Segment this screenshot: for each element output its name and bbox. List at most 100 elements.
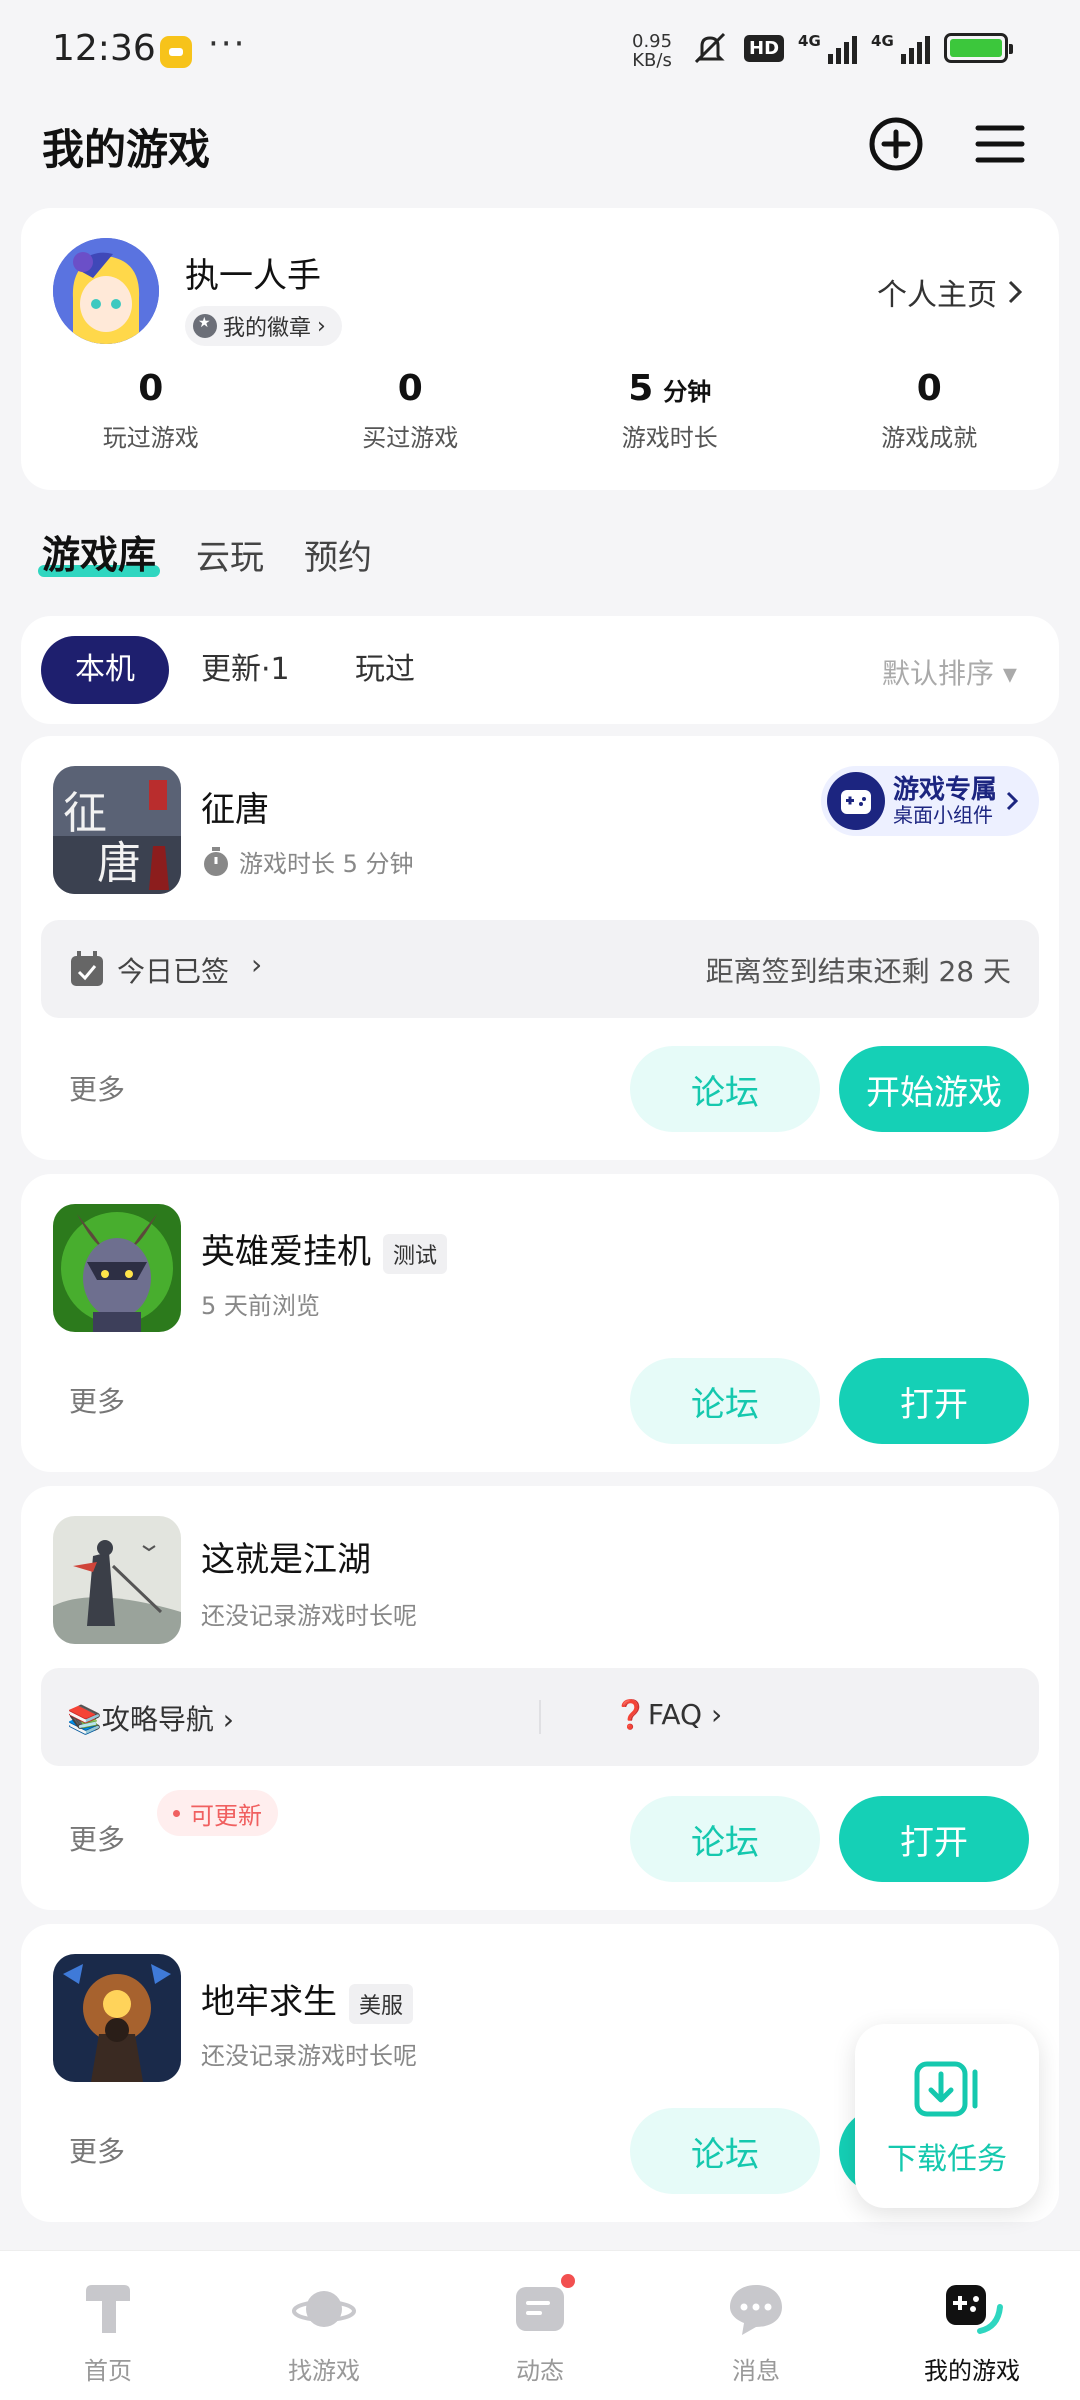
- game-tag: 测试: [383, 1233, 448, 1274]
- status-time: 12:36: [52, 28, 156, 69]
- game-playtime: 还没记录游戏时长呢: [201, 1602, 417, 1630]
- widget-subtitle: 桌面小组件: [892, 803, 993, 827]
- game-links-bar: 📚攻略导航 › ❓FAQ ›: [41, 1668, 1039, 1766]
- more-button[interactable]: 更多: [69, 2130, 125, 2170]
- stat-playtime[interactable]: 5 分钟 游戏时长: [540, 368, 800, 453]
- start-game-button[interactable]: 开始游戏: [839, 1046, 1029, 1132]
- plus-circle-icon: [869, 117, 923, 171]
- home-icon: [86, 2285, 130, 2333]
- download-icon: [914, 2061, 978, 2117]
- chevron-right-icon: [1008, 280, 1023, 304]
- game-name: 英雄爱挂机 测试: [201, 1224, 448, 1274]
- game-playtime: 游戏时长 5 分钟: [201, 844, 414, 879]
- svg-text:唐: 唐: [97, 838, 141, 889]
- main-tabs: 游戏库 云玩 预约: [37, 524, 372, 579]
- nav-my-games[interactable]: 我的游戏: [864, 2251, 1080, 2400]
- signal-icon: 4G: [798, 32, 858, 64]
- game-card: 这就是江湖 还没记录游戏时长呢 📚攻略导航 › ❓FAQ › 更多 可更新 论坛…: [21, 1486, 1059, 1910]
- page-title: 我的游戏: [42, 125, 211, 174]
- tab-game-library[interactable]: 游戏库: [37, 524, 161, 579]
- checkin-bar[interactable]: 今日已签 › 距离签到结束还剩 28 天: [41, 920, 1039, 1018]
- network-speed-unit: KB/s: [632, 50, 672, 71]
- faq-link[interactable]: ❓FAQ ›: [613, 1698, 722, 1731]
- status-icons: HD 4G 4G: [690, 30, 1014, 66]
- notification-dot: [558, 2271, 578, 2291]
- signal-icon-2: 4G: [871, 32, 931, 64]
- notification-app-icon: [160, 36, 192, 68]
- game-icon-jianghu[interactable]: [53, 1516, 181, 1644]
- game-icon-dungeon[interactable]: [53, 1954, 181, 2082]
- filter-played[interactable]: 玩过: [355, 636, 415, 704]
- stat-bought[interactable]: 0 买过游戏: [281, 368, 541, 453]
- open-game-button[interactable]: 打开: [839, 1796, 1029, 1882]
- chevron-right-icon: [1006, 791, 1019, 811]
- filter-local[interactable]: 本机: [41, 636, 169, 704]
- menu-button[interactable]: [970, 114, 1030, 174]
- network-speed-value: 0.95: [632, 31, 673, 52]
- checkin-status: 今日已签: [117, 955, 230, 988]
- widget-title: 游戏专属: [892, 775, 997, 805]
- homepage-label: 个人主页: [877, 278, 997, 313]
- svg-text:征: 征: [63, 788, 107, 839]
- game-name: 这就是江湖: [201, 1540, 371, 1580]
- more-button[interactable]: 更多: [69, 1068, 125, 1108]
- planet-icon: [292, 2291, 356, 2327]
- more-button[interactable]: 更多: [69, 1380, 125, 1420]
- network-speed: 0.95 KB/s: [632, 32, 672, 70]
- battery-icon: [944, 33, 1014, 63]
- sort-dropdown[interactable]: 默认排序 ▾: [882, 652, 1017, 692]
- profile-card: 执一人手 我的徽章 › 个人主页 0 玩过游戏 0 买过游戏 5分钟 游戏时长 …: [21, 208, 1059, 490]
- medal-icon: [193, 314, 217, 338]
- open-game-button[interactable]: 打开: [839, 1358, 1029, 1444]
- nav-messages[interactable]: 消息: [648, 2251, 864, 2400]
- game-card: 征 唐 征唐 游戏时长 5 分钟 游戏专属 桌面小组件 今日已签 › 距离签到结…: [21, 736, 1059, 1160]
- add-game-button[interactable]: [866, 114, 926, 174]
- forum-button[interactable]: 论坛: [630, 1358, 820, 1444]
- forum-button[interactable]: 论坛: [630, 1796, 820, 1882]
- nav-activity[interactable]: 动态: [432, 2251, 648, 2400]
- badge-label: 我的徽章: [223, 316, 312, 341]
- game-playtime: 还没记录游戏时长呢: [201, 2042, 417, 2070]
- game-icon-zhengtang[interactable]: 征 唐: [53, 766, 181, 894]
- download-tasks-button[interactable]: 下载任务: [855, 2024, 1039, 2208]
- calendar-check-icon: [71, 951, 103, 986]
- filter-bar: 本机 更新·1 玩过 默认排序 ▾: [21, 616, 1059, 724]
- game-card: 英雄爱挂机 测试 5 天前浏览 更多 论坛 打开: [21, 1174, 1059, 1472]
- desktop-widget-button[interactable]: 游戏专属 桌面小组件: [820, 766, 1039, 836]
- stopwatch-icon: [204, 846, 228, 876]
- update-available-badge[interactable]: 可更新: [157, 1790, 278, 1836]
- gamepad-icon: [946, 2285, 1003, 2334]
- chevron-right-icon: ›: [702, 1698, 723, 1731]
- guide-link[interactable]: 📚攻略导航 ›: [67, 1698, 234, 1738]
- chevron-right-icon: ›: [251, 948, 263, 981]
- game-tag: 美服: [349, 1983, 414, 2024]
- mute-icon: [694, 32, 726, 64]
- divider: [539, 1700, 541, 1734]
- filter-updates[interactable]: 更新·1: [201, 636, 290, 704]
- nav-find-games[interactable]: 找游戏: [216, 2251, 432, 2400]
- chevron-right-icon: ›: [213, 1703, 234, 1736]
- stat-played[interactable]: 0 玩过游戏: [21, 368, 281, 453]
- hamburger-icon: [975, 125, 1025, 163]
- hd-icon: HD: [744, 34, 785, 62]
- more-notifications-icon: ···: [208, 24, 247, 64]
- my-badges-button[interactable]: 我的徽章 ›: [185, 306, 342, 346]
- username: 执一人手: [185, 256, 321, 296]
- gamepad-icon: [826, 772, 885, 830]
- nav-home[interactable]: 首页: [0, 2251, 216, 2400]
- profile-stats: 0 玩过游戏 0 买过游戏 5 分钟 游戏时长 0 游戏成就: [21, 368, 1059, 453]
- tab-reservations[interactable]: 预约: [304, 530, 372, 579]
- personal-homepage-link[interactable]: 个人主页: [877, 270, 1023, 314]
- game-icon-hero-idle[interactable]: [53, 1204, 181, 1332]
- game-name: 地牢求生 美服: [201, 1974, 414, 2024]
- bottom-nav: 首页 找游戏 动态 消息 我的游戏: [0, 2250, 1080, 2400]
- tab-cloud-play[interactable]: 云玩: [196, 530, 264, 579]
- forum-button[interactable]: 论坛: [630, 2108, 820, 2194]
- avatar-image: [53, 238, 159, 344]
- forum-button[interactable]: 论坛: [630, 1046, 820, 1132]
- game-last-viewed: 5 天前浏览: [201, 1292, 320, 1320]
- chevron-right-icon: ›: [317, 313, 326, 339]
- avatar[interactable]: [53, 238, 159, 344]
- more-button[interactable]: 更多: [69, 1818, 125, 1858]
- stat-achievements[interactable]: 0 游戏成就: [800, 368, 1060, 453]
